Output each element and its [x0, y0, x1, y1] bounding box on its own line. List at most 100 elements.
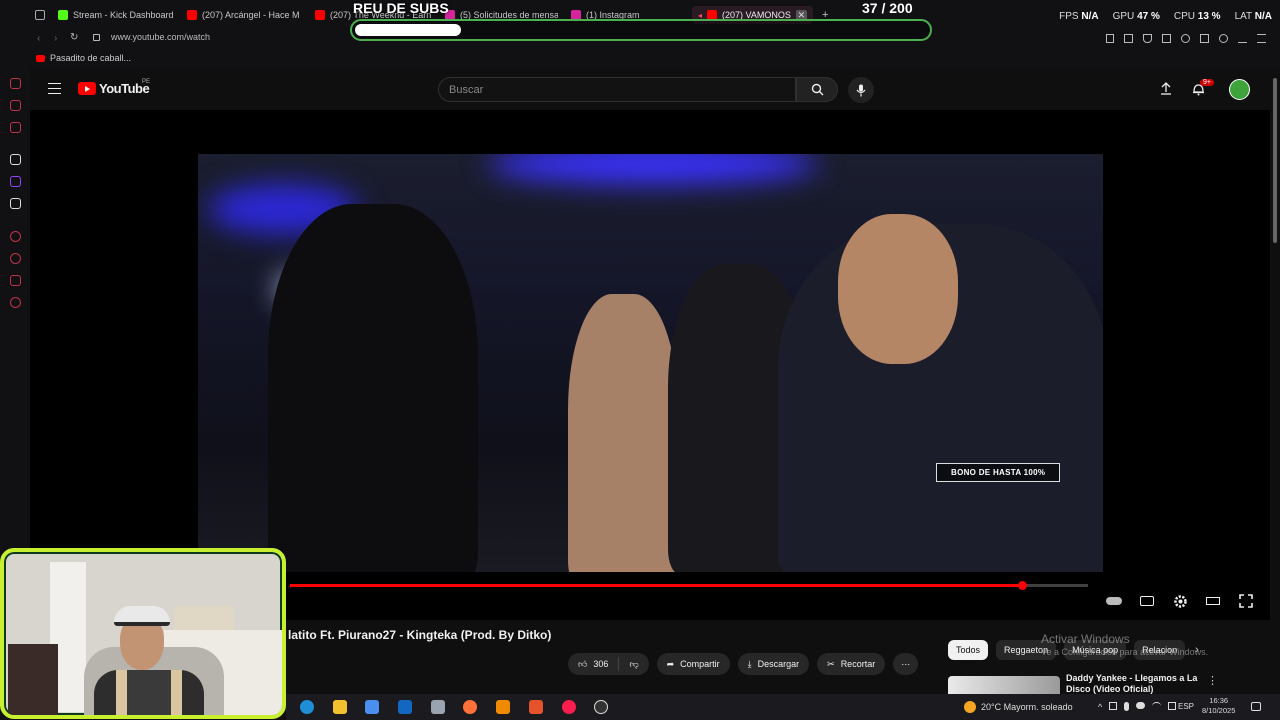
x-icon[interactable] — [10, 198, 21, 209]
mic-icon[interactable] — [1124, 702, 1130, 711]
pin-icon[interactable] — [1106, 34, 1114, 43]
twitch-icon[interactable] — [10, 176, 21, 187]
recommendation-more-icon[interactable]: ⋮ — [1207, 674, 1218, 687]
like-button[interactable]: 👍︎ 306 — [568, 653, 618, 675]
player-icon[interactable] — [10, 231, 21, 242]
obs-icon[interactable] — [594, 700, 608, 714]
hamburger-menu-icon[interactable] — [48, 83, 61, 94]
region-code: PE — [142, 79, 151, 85]
progress-scrubber[interactable] — [1017, 581, 1027, 590]
app-icon[interactable] — [431, 700, 445, 714]
video-title: latito Ft. Piurano27 - Kingteka (Prod. B… — [288, 628, 552, 642]
tab-kick[interactable]: Stream - Kick Dashboard — [58, 6, 178, 24]
avatar[interactable] — [1229, 79, 1250, 100]
subtitles-button[interactable] — [1139, 594, 1155, 608]
extensions-icon[interactable] — [1200, 34, 1209, 43]
video-frame[interactable] — [198, 154, 1103, 572]
shield-icon[interactable] — [1143, 34, 1152, 43]
settings-button[interactable] — [1172, 594, 1188, 608]
instagram-icon[interactable] — [10, 122, 21, 133]
video-player[interactable]: BONO DE HASTA 100% — [30, 110, 1270, 620]
arc-icon[interactable] — [10, 154, 21, 165]
clip-button[interactable]: ✂ Recortar — [817, 653, 886, 675]
voice-search-button[interactable] — [848, 77, 874, 103]
clock-icon[interactable] — [10, 253, 21, 264]
notifications-icon[interactable] — [1251, 702, 1261, 711]
subtitles-icon — [1140, 596, 1154, 606]
opera-gx-icon[interactable] — [562, 700, 576, 714]
snapshot-icon[interactable] — [1124, 34, 1133, 43]
dislike-button[interactable]: 👎︎ — [619, 653, 648, 675]
fullscreen-button[interactable] — [1238, 594, 1254, 608]
messenger-icon[interactable] — [10, 100, 21, 111]
bookmark-item[interactable]: Pasadito de caball... — [36, 53, 131, 63]
volume-icon[interactable] — [1168, 702, 1177, 710]
keyboard-language[interactable]: ESP — [1178, 702, 1194, 711]
theater-mode-button[interactable] — [1205, 594, 1221, 608]
chevron-up-icon[interactable]: ^ — [1098, 702, 1102, 712]
like-dislike-group: 👍︎ 306 👎︎ — [568, 653, 649, 675]
progress-bar[interactable] — [290, 581, 1088, 590]
person-right-face — [838, 214, 958, 364]
chip-todos[interactable]: Todos — [948, 640, 989, 660]
edge-icon[interactable] — [300, 700, 314, 714]
notification-badge: 9+ — [1200, 79, 1214, 86]
wifi-icon[interactable] — [1152, 702, 1162, 710]
firefox-icon[interactable] — [463, 700, 477, 714]
cpu-stat: CPU 13 % — [1173, 11, 1221, 22]
reload-icon[interactable]: ↻ — [70, 32, 78, 43]
more-actions-button[interactable]: ⋯ — [893, 653, 919, 675]
player-controls — [1106, 594, 1254, 608]
share-button[interactable]: ➦ Compartir — [656, 653, 730, 675]
play-icon[interactable] — [1162, 34, 1171, 43]
search-input[interactable] — [439, 78, 795, 101]
tool-icon[interactable] — [529, 700, 543, 714]
performance-stats: FPS N/A GPU 47 % CPU 13 % LAT N/A — [1059, 11, 1272, 22]
back-icon[interactable]: ‹ — [37, 33, 40, 44]
theater-mode-icon — [1206, 597, 1220, 605]
scrollbar[interactable] — [1270, 68, 1280, 698]
profile-icon[interactable] — [1219, 34, 1228, 43]
file-explorer-icon[interactable] — [333, 700, 347, 714]
sub-goal-bar — [350, 19, 932, 41]
recommendation-thumbnail[interactable] — [948, 676, 1060, 696]
lock-icon — [93, 34, 100, 41]
extensions-icon[interactable] — [10, 275, 21, 286]
tab-label: (207) Arcángel - Hace M — [202, 10, 299, 20]
autoplay-toggle[interactable] — [1106, 594, 1122, 608]
weather-widget[interactable]: 20°C Mayorm. soleado — [964, 701, 1073, 713]
search-button[interactable] — [796, 77, 838, 102]
autoplay-toggle-icon — [1106, 597, 1122, 605]
youtube-icon — [187, 10, 197, 20]
kick-icon — [58, 10, 68, 20]
heart-icon[interactable] — [1181, 34, 1190, 43]
forward-icon[interactable]: › — [54, 33, 57, 44]
windows-taskbar: 20°C Mayorm. soleado ^ ESP 16:36 8/10/20… — [286, 694, 1280, 720]
menu-icon[interactable] — [1257, 34, 1266, 43]
progress-played — [290, 584, 1022, 587]
search-box — [438, 77, 796, 102]
tab-label: Stream - Kick Dashboard — [73, 10, 174, 20]
scrollbar-thumb[interactable] — [1273, 78, 1277, 243]
recommendation-title[interactable]: Daddy Yankee - Llegamos a La Disco (Vide… — [1066, 673, 1202, 695]
vpn-icon[interactable] — [1109, 702, 1118, 710]
url-field[interactable]: www.youtube.com/watch — [111, 32, 210, 42]
cloud-icon[interactable] — [1136, 702, 1146, 709]
store-icon[interactable] — [365, 700, 379, 714]
taskbar-clock[interactable]: 16:36 8/10/2025 — [1202, 696, 1235, 716]
vlc-icon[interactable] — [496, 700, 510, 714]
webcam-streamer-body — [94, 670, 204, 715]
person-left — [268, 204, 478, 572]
workspace-icon[interactable] — [35, 6, 45, 24]
youtube-logo[interactable]: YouTube PE — [78, 79, 151, 96]
download-icon[interactable] — [1238, 34, 1247, 43]
outlook-icon[interactable] — [398, 700, 412, 714]
create-upload-icon[interactable] — [1160, 82, 1172, 95]
tab-youtube-arcangel[interactable]: (207) Arcángel - Hace M — [187, 6, 299, 24]
webcam-cabinet — [8, 644, 58, 715]
bag-icon[interactable] — [10, 78, 21, 89]
like-count: 306 — [593, 659, 609, 669]
download-button[interactable]: ⤓ Descargar — [737, 653, 810, 675]
settings-icon[interactable] — [10, 297, 21, 308]
gear-icon — [1173, 594, 1187, 608]
